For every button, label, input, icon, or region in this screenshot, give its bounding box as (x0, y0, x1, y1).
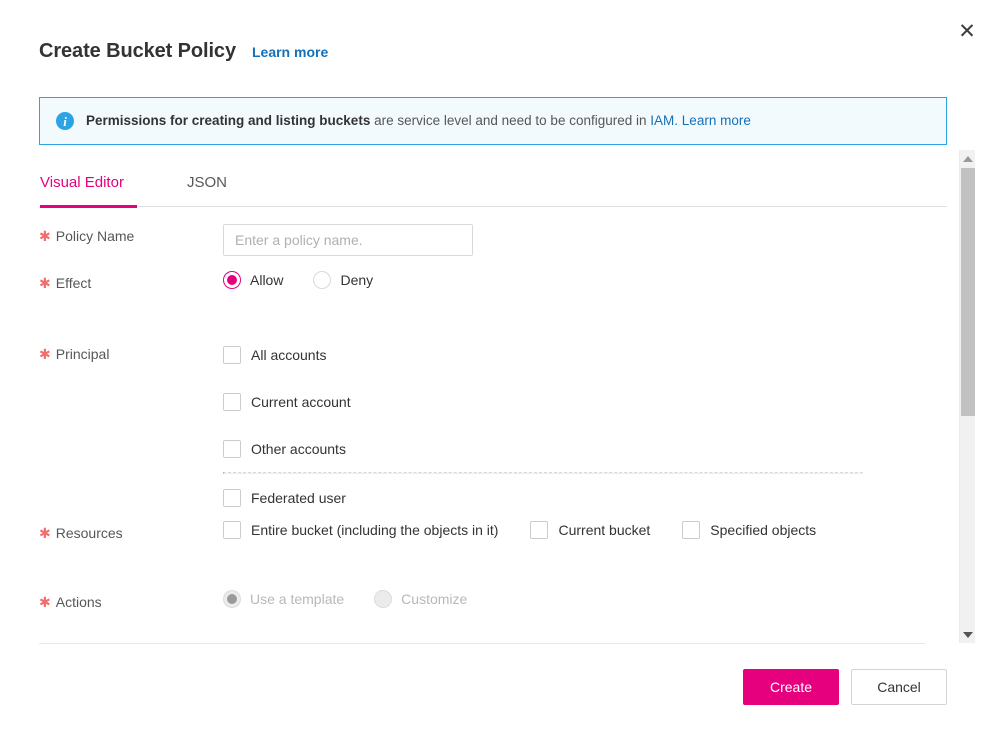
radio-use-a-template-label: Use a template (250, 591, 344, 607)
radio-customize[interactable]: Customize (374, 590, 467, 608)
checkbox-specified-objects-label: Specified objects (710, 522, 816, 538)
radio-effect-deny[interactable]: Deny (313, 271, 373, 289)
checkbox-entire-bucket[interactable]: Entire bucket (including the objects in … (223, 521, 498, 539)
checkbox-mark-icon (223, 393, 241, 411)
header-learn-more-link[interactable]: Learn more (252, 44, 328, 60)
dialog-scroll-body: Visual Editor JSON ✱ Policy Name ✱ Effec… (39, 150, 947, 643)
scrollbar-thumb[interactable] (961, 168, 975, 416)
row-policy-name: ✱ Policy Name (39, 224, 947, 271)
tab-visual-editor[interactable]: Visual Editor (40, 174, 137, 207)
required-asterisk: ✱ (39, 228, 51, 244)
close-icon[interactable]: ✕ (953, 17, 981, 45)
checkbox-all-accounts[interactable]: All accounts (223, 331, 947, 378)
radio-mark-icon (223, 590, 241, 608)
info-banner-body: are service level and need to be configu… (370, 113, 650, 128)
policy-form: ✱ Policy Name ✱ Effect Allow (39, 207, 947, 637)
policy-name-label-text: Policy Name (56, 228, 135, 244)
resources-label-text: Resources (56, 525, 123, 541)
create-bucket-policy-dialog: ✕ Create Bucket Policy Learn more i Perm… (0, 0, 998, 742)
create-button[interactable]: Create (743, 669, 839, 705)
radio-mark-icon (313, 271, 331, 289)
scroll-down-icon[interactable] (960, 626, 976, 643)
vertical-scrollbar[interactable] (959, 150, 975, 643)
radio-mark-icon (223, 271, 241, 289)
dialog-header: Create Bucket Policy Learn more (39, 40, 328, 63)
label-policy-name: ✱ Policy Name (39, 224, 223, 244)
checkbox-all-accounts-label: All accounts (251, 347, 326, 363)
resources-checkbox-group: Entire bucket (including the objects in … (223, 521, 947, 539)
field-principal: All accounts Current account Other accou… (223, 331, 947, 521)
label-actions: ✱ Actions (39, 581, 223, 610)
checkbox-mark-icon (530, 521, 548, 539)
row-principal: ✱ Principal All accounts Current account… (39, 331, 947, 521)
radio-effect-allow-label: Allow (250, 272, 283, 288)
field-resources: Entire bucket (including the objects in … (223, 521, 947, 539)
row-effect: ✱ Effect Allow Deny (39, 271, 947, 331)
radio-use-a-template[interactable]: Use a template (223, 590, 344, 608)
effect-radio-group: Allow Deny (223, 271, 947, 289)
checkbox-specified-objects[interactable]: Specified objects (682, 521, 816, 539)
actions-radio-group: Use a template Customize (223, 590, 947, 608)
checkbox-other-accounts[interactable]: Other accounts (223, 425, 947, 472)
footer-button-group: Create Cancel (743, 669, 947, 705)
banner-learn-more-link[interactable]: Learn more (682, 113, 751, 128)
iam-link[interactable]: IAM. (650, 113, 678, 128)
actions-label-text: Actions (56, 594, 102, 610)
cancel-button[interactable]: Cancel (851, 669, 947, 705)
dialog-footer: Create Cancel (0, 643, 998, 742)
checkbox-mark-icon (223, 440, 241, 458)
checkbox-current-account[interactable]: Current account (223, 378, 947, 425)
info-banner-text: Permissions for creating and listing buc… (86, 112, 751, 130)
row-actions: ✱ Actions Use a template Customize (39, 581, 947, 637)
radio-effect-deny-label: Deny (340, 272, 373, 288)
checkbox-current-bucket-label: Current bucket (558, 522, 650, 538)
checkbox-mark-icon (223, 346, 241, 364)
required-asterisk: ✱ (39, 525, 51, 541)
checkbox-current-bucket[interactable]: Current bucket (530, 521, 650, 539)
row-resources: ✱ Resources Entire bucket (including the… (39, 521, 947, 581)
info-banner: i Permissions for creating and listing b… (39, 97, 947, 145)
page-title: Create Bucket Policy (39, 40, 236, 63)
checkbox-current-account-label: Current account (251, 394, 351, 410)
checkbox-mark-icon (223, 489, 241, 507)
checkbox-mark-icon (223, 521, 241, 539)
checkbox-federated-user[interactable]: Federated user (223, 474, 947, 521)
label-resources: ✱ Resources (39, 521, 223, 541)
field-actions: Use a template Customize (223, 581, 947, 608)
radio-effect-allow[interactable]: Allow (223, 271, 283, 289)
principal-label-text: Principal (56, 346, 110, 362)
tab-json[interactable]: JSON (187, 174, 227, 207)
checkbox-federated-user-label: Federated user (251, 490, 346, 506)
info-circle-icon: i (56, 112, 74, 130)
field-policy-name (223, 224, 947, 256)
info-banner-strong: Permissions for creating and listing buc… (86, 113, 370, 128)
scroll-up-icon[interactable] (960, 150, 976, 167)
required-asterisk: ✱ (39, 346, 51, 362)
label-effect: ✱ Effect (39, 271, 223, 291)
policy-name-input[interactable] (223, 224, 473, 256)
checkbox-mark-icon (682, 521, 700, 539)
checkbox-other-accounts-label: Other accounts (251, 441, 346, 457)
effect-label-text: Effect (56, 275, 92, 291)
label-principal: ✱ Principal (39, 331, 223, 362)
footer-divider (39, 643, 925, 644)
required-asterisk: ✱ (39, 275, 51, 291)
checkbox-entire-bucket-label: Entire bucket (including the objects in … (251, 522, 498, 538)
field-effect: Allow Deny (223, 271, 947, 289)
radio-customize-label: Customize (401, 591, 467, 607)
tab-bar: Visual Editor JSON (39, 150, 947, 207)
required-asterisk: ✱ (39, 594, 51, 610)
radio-mark-icon (374, 590, 392, 608)
